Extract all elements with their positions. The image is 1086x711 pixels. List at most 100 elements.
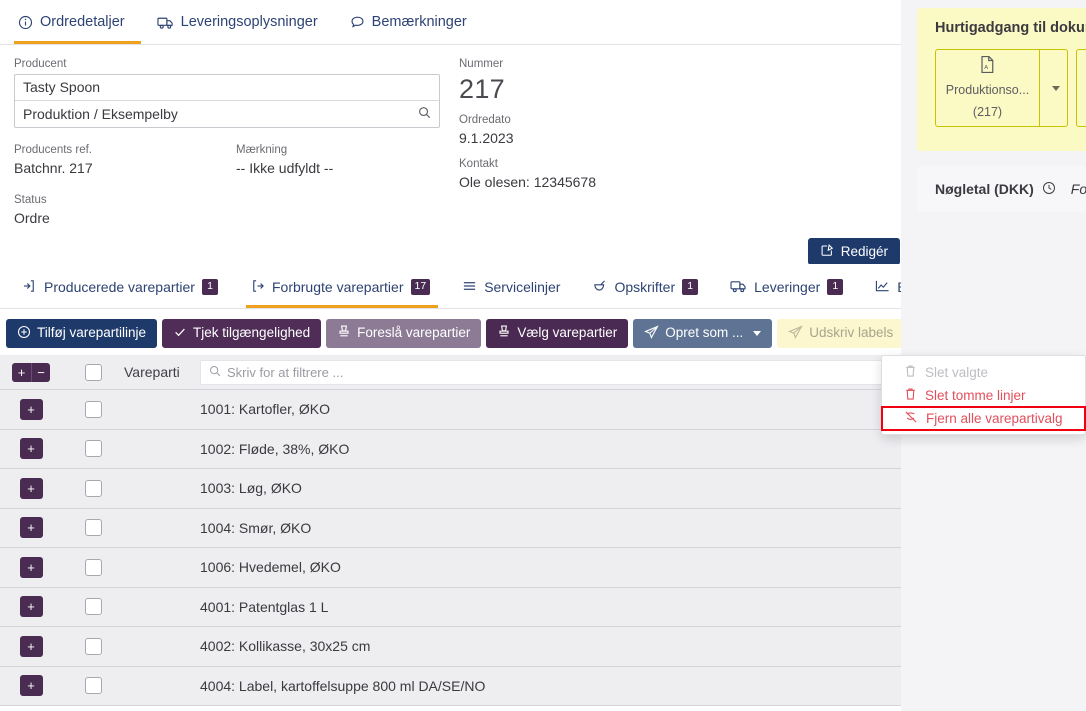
producents-ref-label: Producents ref. bbox=[14, 143, 236, 159]
sidebar-item-leveringer[interactable]: Leveringer 1 bbox=[726, 279, 851, 308]
row-expand-button[interactable]: + bbox=[20, 438, 43, 459]
kontakt-value: Ole olesen: 12345678 bbox=[459, 173, 759, 193]
row-checkbox[interactable] bbox=[85, 559, 102, 576]
row-select-cell bbox=[62, 559, 124, 576]
document-dropdown-toggle[interactable] bbox=[1039, 50, 1067, 126]
paper-plane-icon bbox=[644, 325, 659, 342]
select-batches-button[interactable]: Vælg varepartier bbox=[486, 319, 628, 348]
document-main[interactable] bbox=[1077, 50, 1086, 126]
order-tabs: Ordredetaljer Leveringsoplysninger bbox=[0, 0, 901, 45]
order-detail-page: Ordredetaljer Leveringsoplysninger bbox=[0, 0, 1086, 711]
row-select-cell bbox=[62, 677, 124, 694]
sidebar-item-servicelinjer[interactable]: Servicelinjer bbox=[458, 279, 568, 308]
row-expand-cell: + bbox=[0, 596, 62, 617]
row-expand-button[interactable]: + bbox=[20, 675, 43, 696]
trash-icon bbox=[904, 364, 917, 381]
tab-bemaerkninger[interactable]: Bemærkninger bbox=[346, 15, 483, 44]
truck-icon bbox=[730, 279, 747, 295]
producent-label: Producent bbox=[14, 57, 440, 73]
status-group: Status Ordre bbox=[14, 193, 901, 229]
button-label: Foreslå varepartier bbox=[357, 326, 470, 340]
edit-button[interactable]: Redigér bbox=[808, 238, 900, 265]
producent-input[interactable]: Tasty Spoon bbox=[15, 75, 439, 101]
row-expand-cell: + bbox=[0, 517, 62, 538]
row-checkbox[interactable] bbox=[85, 598, 102, 615]
quick-access-document-1[interactable]: A Produktionso... (217) bbox=[935, 49, 1068, 127]
kontakt-group: Kontakt Ole olesen: 12345678 bbox=[459, 157, 759, 193]
kontakt-label: Kontakt bbox=[459, 157, 759, 173]
expand-collapse-cell: + − bbox=[0, 363, 62, 382]
document-sublabel: (217) bbox=[973, 104, 1002, 121]
tab-badge: 17 bbox=[411, 279, 431, 295]
collapse-all-button[interactable]: − bbox=[31, 363, 50, 382]
document-main[interactable]: A Produktionso... (217) bbox=[936, 50, 1039, 126]
row-expand-button[interactable]: + bbox=[20, 478, 43, 499]
clock-icon bbox=[1042, 181, 1056, 198]
kpi-value: Forve bbox=[1071, 181, 1086, 197]
export-arrow-icon bbox=[250, 279, 265, 295]
button-label: Udskriv labels bbox=[809, 326, 893, 340]
row-expand-cell: + bbox=[0, 557, 62, 578]
tab-label: Forbrugte varepartier bbox=[272, 280, 404, 294]
row-checkbox[interactable] bbox=[85, 401, 102, 418]
row-select-cell bbox=[62, 638, 124, 655]
row-expand-cell: + bbox=[0, 399, 62, 420]
tab-ordredetaljer[interactable]: Ordredetaljer bbox=[14, 15, 141, 44]
row-expand-cell: + bbox=[0, 636, 62, 657]
create-as-split-button[interactable]: Opret som ... bbox=[633, 319, 772, 348]
row-select-cell bbox=[62, 519, 124, 536]
pdf-file-icon: A bbox=[979, 55, 996, 77]
check-icon bbox=[173, 325, 187, 342]
nummer-group: Nummer 217 bbox=[459, 57, 759, 105]
sidebar-item-forbrugte-varepartier[interactable]: Forbrugte varepartier 17 bbox=[246, 279, 438, 308]
producents-ref-group: Producents ref. Batchnr. 217 bbox=[14, 143, 236, 179]
print-labels-button[interactable]: Udskriv labels bbox=[777, 319, 904, 348]
quick-access-card: Hurtigadgang til dokumenter A Produktion… bbox=[917, 8, 1086, 151]
tab-label: Ordredetaljer bbox=[40, 15, 125, 30]
row-expand-cell: + bbox=[0, 675, 62, 696]
document-label: Produktionso... bbox=[946, 82, 1029, 99]
menu-item-slet-tomme-linjer[interactable]: Slet tomme linjer bbox=[882, 384, 1085, 407]
row-checkbox[interactable] bbox=[85, 677, 102, 694]
row-expand-button[interactable]: + bbox=[20, 596, 43, 617]
tab-badge: 1 bbox=[827, 279, 843, 295]
expand-collapse-group[interactable]: + − bbox=[12, 363, 50, 382]
add-batch-line-button[interactable]: Tilføj varepartilinje bbox=[6, 319, 157, 348]
status-label: Status bbox=[14, 193, 901, 209]
row-checkbox[interactable] bbox=[85, 440, 102, 457]
row-checkbox[interactable] bbox=[85, 519, 102, 536]
row-expand-button[interactable]: + bbox=[20, 636, 43, 657]
check-availability-button[interactable]: Tjek tilgængelighed bbox=[162, 319, 321, 348]
quick-access-documents: A Produktionso... (217) bbox=[935, 49, 1086, 127]
tab-leveringsoplysninger[interactable]: Leveringsoplysninger bbox=[153, 15, 334, 44]
expand-all-button[interactable]: + bbox=[12, 363, 31, 382]
row-checkbox[interactable] bbox=[85, 480, 102, 497]
menu-item-slet-valgte[interactable]: Slet valgte bbox=[882, 361, 1085, 384]
tab-label: Servicelinjer bbox=[484, 280, 560, 294]
mortar-icon bbox=[592, 279, 607, 295]
sidebar-item-producerede-varepartier[interactable]: Producerede varepartier 1 bbox=[18, 279, 226, 308]
create-as-button[interactable]: Opret som ... bbox=[633, 319, 772, 348]
edit-button-label: Redigér bbox=[841, 244, 888, 259]
svg-text:A: A bbox=[984, 65, 988, 71]
select-all-checkbox[interactable] bbox=[85, 364, 102, 381]
suggest-batches-button[interactable]: Foreslå varepartier bbox=[326, 319, 481, 348]
row-expand-button[interactable]: + bbox=[20, 517, 43, 538]
row-checkbox[interactable] bbox=[85, 638, 102, 655]
button-label: Tjek tilgængelighed bbox=[193, 326, 310, 340]
producent-location-input[interactable]: Produktion / Eksempelby bbox=[15, 101, 439, 127]
search-icon[interactable] bbox=[418, 106, 431, 122]
menu-item-fjern-alle-varepartivalg[interactable]: Fjern alle varepartivalg bbox=[882, 407, 1085, 430]
paper-plane-icon bbox=[788, 325, 803, 342]
status-value: Ordre bbox=[14, 209, 901, 229]
quick-access-title: Hurtigadgang til dokumenter bbox=[935, 20, 1086, 36]
row-select-cell bbox=[62, 401, 124, 418]
row-expand-button[interactable]: + bbox=[20, 557, 43, 578]
row-expand-button[interactable]: + bbox=[20, 399, 43, 420]
chart-line-icon bbox=[875, 279, 890, 295]
import-arrow-icon bbox=[22, 279, 37, 295]
kpi-title: Nøgletal (DKK) bbox=[935, 181, 1034, 197]
sidebar-item-opskrifter[interactable]: Opskrifter 1 bbox=[588, 279, 706, 308]
quick-access-document-2[interactable] bbox=[1076, 49, 1086, 127]
order-meta-column: Nummer 217 Ordredato 9.1.2023 Kontakt Ol… bbox=[459, 57, 759, 193]
